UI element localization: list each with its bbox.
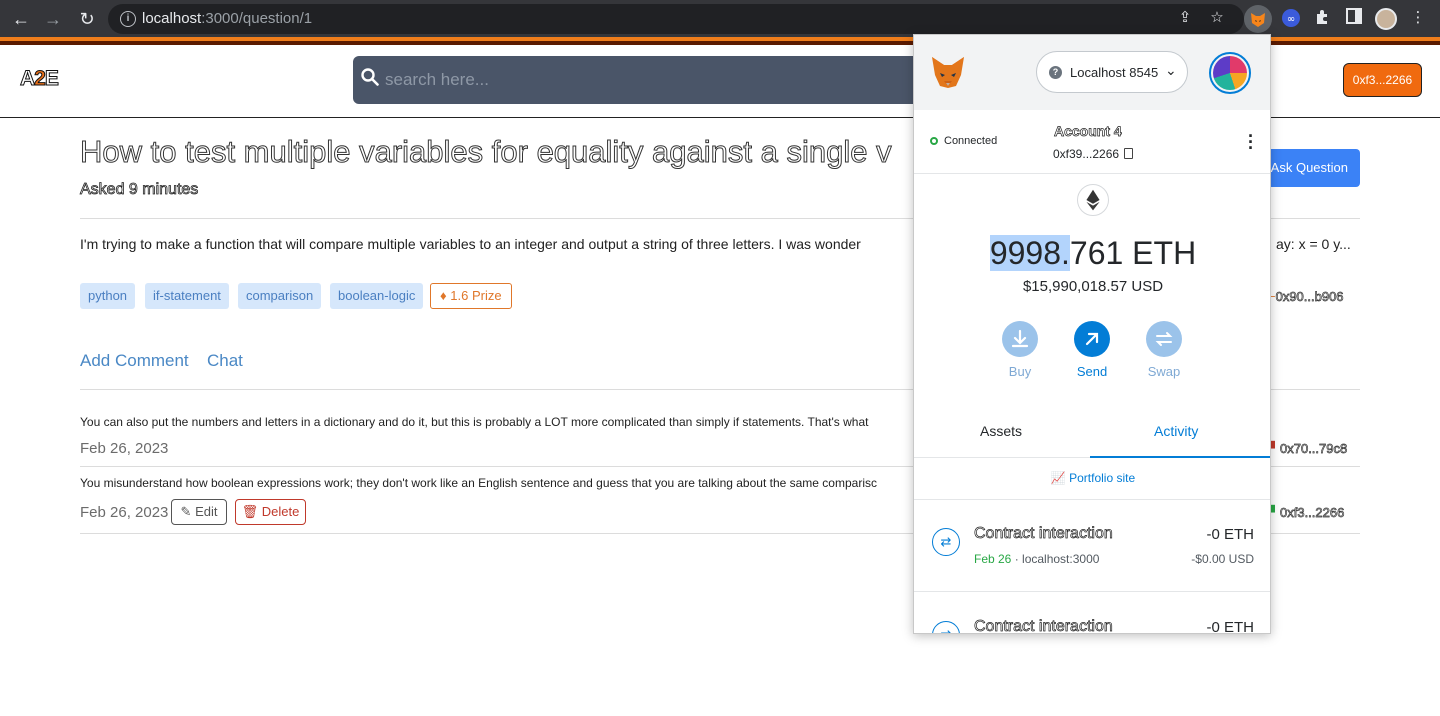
- eth-balance: 9998.761 ETH: [989, 235, 1197, 271]
- svg-text:∞: ∞: [1287, 14, 1295, 25]
- transaction-title[interactable]: Contract interaction: [974, 525, 1113, 543]
- tag-boolean-logic[interactable]: boolean-logic: [330, 283, 424, 309]
- trash-icon: 🗑: [241, 504, 259, 519]
- network-icon: ?: [1049, 66, 1062, 79]
- divider: [914, 173, 1270, 174]
- browser-toolbar: ← → ↻ i localhost:3000/question/1 ⇪ ☆ ∞ …: [0, 0, 1440, 37]
- site-logo[interactable]: A2E: [19, 67, 59, 91]
- site-info-icon[interactable]: i: [120, 11, 136, 27]
- usd-balance: $15,990,018.57 USD: [1022, 278, 1164, 295]
- divider: [914, 499, 1270, 500]
- copy-icon[interactable]: [1124, 148, 1134, 159]
- browser-menu-icon[interactable]: ⋮: [1408, 8, 1428, 28]
- connection-status[interactable]: Connected: [930, 135, 997, 147]
- search-input[interactable]: [385, 68, 925, 92]
- pencil-icon: ✎: [180, 504, 192, 519]
- question-author-address[interactable]: ⌐0x90...b906: [1268, 289, 1344, 305]
- transaction-usd: -$0.00 USD: [1191, 552, 1254, 566]
- metamask-extension-icon[interactable]: [1244, 5, 1272, 33]
- metamask-popup: ? Localhost 8545 ⌄ Connected Account 4 0…: [913, 34, 1271, 634]
- extension-infinity-icon[interactable]: ∞: [1281, 8, 1301, 28]
- search-bar: [353, 56, 953, 104]
- profile-avatar[interactable]: [1375, 8, 1397, 30]
- buy-button[interactable]: [1002, 321, 1038, 357]
- metamask-fox-icon[interactable]: [930, 55, 966, 89]
- account-name: Account 4: [1054, 123, 1122, 140]
- extensions-puzzle-icon[interactable]: [1313, 8, 1333, 28]
- connected-account-button[interactable]: 0xf3...2266: [1343, 63, 1422, 97]
- swap-button[interactable]: [1146, 321, 1182, 357]
- connected-dot-icon: [930, 137, 938, 145]
- buy-label: Buy: [1008, 364, 1032, 379]
- tab-chat[interactable]: Chat: [207, 351, 243, 371]
- transaction-title[interactable]: Contract interaction: [974, 618, 1113, 633]
- transaction-icon: ⇄: [932, 528, 960, 556]
- portfolio-site-link[interactable]: 📈 Portfolio site: [914, 471, 1270, 485]
- arrow-up-right-icon: [1085, 332, 1099, 346]
- question-title: How to test multiple variables for equal…: [80, 134, 893, 170]
- send-label: Send: [1076, 364, 1108, 379]
- comment-author-address[interactable]: ▘0x70...79c8: [1270, 441, 1348, 457]
- reload-icon[interactable]: ↻: [76, 8, 98, 30]
- active-tab-indicator: [1090, 456, 1270, 458]
- tag-if-statement[interactable]: if-statement: [145, 283, 229, 309]
- forward-icon[interactable]: →: [42, 8, 64, 30]
- transaction-icon: ⇄: [932, 621, 960, 633]
- comment-text: You misunderstand how boolean expression…: [80, 476, 877, 490]
- ethereum-icon: ♦: [440, 288, 447, 303]
- question-asked-time: Asked 9 minutes: [80, 181, 199, 199]
- comment-date: Feb 26, 2023: [80, 440, 169, 457]
- tab-activity[interactable]: Activity: [1154, 423, 1198, 439]
- comment-author-address[interactable]: ▘0xf3...2266: [1270, 505, 1345, 521]
- swap-icon: [1155, 332, 1173, 346]
- network-label: Localhost 8545: [1070, 65, 1159, 80]
- bookmark-star-icon[interactable]: ☆: [1207, 8, 1227, 28]
- ethereum-logo-icon: [1077, 184, 1109, 216]
- address-bar[interactable]: i localhost:3000/question/1: [108, 4, 1244, 34]
- tag-comparison[interactable]: comparison: [238, 283, 322, 309]
- side-panel-icon[interactable]: [1344, 8, 1364, 28]
- edit-button[interactable]: ✎ Edit: [171, 499, 227, 525]
- tag-python[interactable]: python: [80, 283, 136, 309]
- delete-button[interactable]: 🗑 Delete: [235, 499, 306, 525]
- question-body-tail: ay: x = 0 y...: [1276, 236, 1351, 252]
- send-button[interactable]: [1074, 321, 1110, 357]
- transaction-amount: -0 ETH: [1206, 619, 1254, 634]
- network-selector[interactable]: ? Localhost 8545 ⌄: [1036, 51, 1188, 93]
- chevron-down-icon: ⌄: [1165, 62, 1177, 78]
- back-icon[interactable]: ←: [10, 8, 32, 30]
- account-options-icon[interactable]: · · ·: [1248, 127, 1254, 157]
- divider: [914, 591, 1270, 592]
- swap-label: Swap: [1147, 364, 1181, 379]
- tab-assets[interactable]: Assets: [980, 423, 1022, 439]
- download-icon: [1011, 329, 1029, 348]
- metamask-header: ? Localhost 8545 ⌄: [914, 35, 1270, 110]
- transaction-amount: -0 ETH: [1206, 526, 1254, 543]
- tab-add-comment[interactable]: Add Comment: [80, 351, 189, 371]
- url-text: localhost:3000/question/1: [142, 10, 313, 27]
- account-avatar[interactable]: [1209, 52, 1251, 94]
- prize-badge: ♦ 1.6 Prize: [430, 283, 512, 309]
- comment-date: Feb 26, 2023: [80, 504, 169, 521]
- share-icon[interactable]: ⇪: [1175, 8, 1195, 28]
- search-icon: [361, 68, 379, 86]
- chart-icon: 📈: [1050, 471, 1066, 485]
- account-address[interactable]: 0xf39...2266: [1053, 147, 1134, 161]
- transaction-meta: Feb 26 · localhost:3000: [974, 552, 1100, 566]
- comment-text: You can also put the numbers and letters…: [80, 415, 869, 429]
